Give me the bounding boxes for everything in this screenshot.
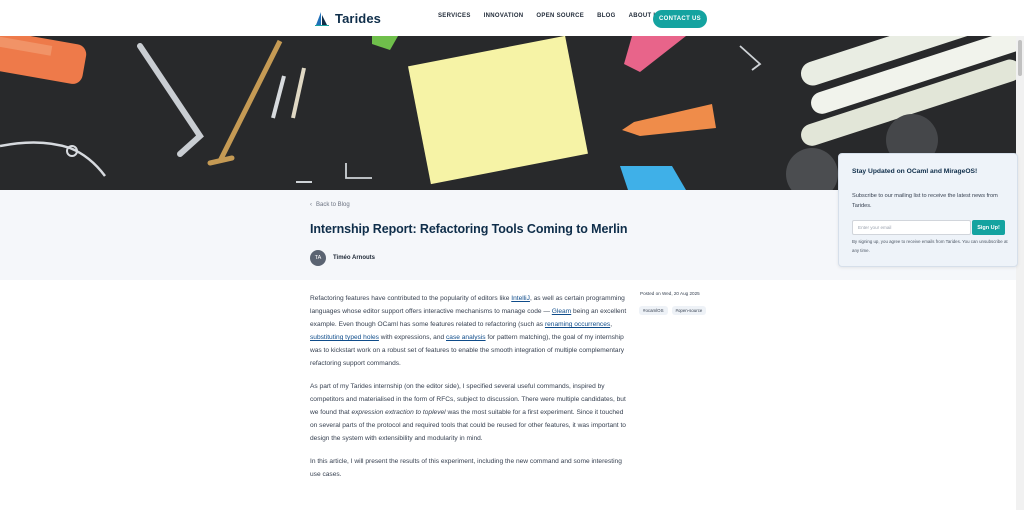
- link-renaming-occurrences[interactable]: renaming occurrences: [545, 321, 610, 328]
- scrollbar-thumb[interactable]: [1018, 40, 1022, 76]
- post-title: Internship Report: Refactoring Tools Com…: [310, 222, 628, 236]
- contact-us-button[interactable]: CONTACT US: [653, 10, 707, 28]
- author-avatar: TA: [310, 250, 326, 266]
- nav-link-services[interactable]: SERVICES: [438, 13, 471, 19]
- emphasis-text: expression extraction to toplevel: [351, 409, 446, 416]
- article-paragraph-2: As part of my Tarides internship (on the…: [310, 380, 632, 445]
- post-tags: #ocamlOS #open-source: [639, 306, 707, 315]
- link-substituting-typed-holes[interactable]: substituting typed holes: [310, 334, 379, 341]
- nav-link-innovation[interactable]: INNOVATION: [484, 13, 524, 19]
- tag-ocamlos[interactable]: #ocamlOS: [639, 306, 668, 315]
- sail-logo-icon: [315, 12, 329, 26]
- nav-link-blog[interactable]: BLOG: [597, 13, 616, 19]
- text-segment: with expressions, and: [378, 334, 446, 341]
- top-navigation: Tarides SERVICES INNOVATION OPEN SOURCE …: [0, 0, 1024, 36]
- chevron-left-icon: ‹: [310, 202, 312, 208]
- article-paragraph-3: In this article, I will present the resu…: [310, 458, 622, 478]
- newsletter-description: Subscribe to our mailing list to receive…: [852, 193, 998, 209]
- email-field[interactable]: [852, 220, 971, 235]
- link-gleam[interactable]: Gleam: [552, 308, 571, 315]
- page-scrollbar[interactable]: [1016, 36, 1024, 510]
- link-case-analysis[interactable]: case analysis: [446, 334, 486, 341]
- article-body: Refactoring features have contributed to…: [310, 292, 632, 491]
- back-to-blog-label: Back to Blog: [316, 202, 350, 208]
- text-segment: Refactoring features have contributed to…: [310, 295, 512, 302]
- newsletter-card: Stay Updated on OCaml and MirageOS! Subs…: [838, 153, 1018, 267]
- posted-date: Posted on Wed, 20 Aug 2025: [640, 291, 700, 296]
- author-name[interactable]: Timéo Arnouts: [333, 255, 375, 261]
- nav-link-open-source[interactable]: OPEN SOURCE: [536, 13, 584, 19]
- brand-name: Tarides: [335, 10, 381, 26]
- newsletter-fine-print: By signing up, you agree to receive emai…: [852, 239, 1008, 253]
- back-to-blog-link[interactable]: ‹ Back to Blog: [310, 202, 350, 208]
- text-segment: ,: [610, 321, 613, 328]
- newsletter-title: Stay Updated on OCaml and MirageOS!: [852, 168, 978, 175]
- article-paragraph-1: Refactoring features have contributed to…: [310, 292, 632, 370]
- link-intellij[interactable]: IntelliJ: [511, 295, 530, 302]
- tag-open-source[interactable]: #open-source: [671, 306, 707, 315]
- sign-up-button[interactable]: Sign Up!: [972, 220, 1005, 235]
- brand-logo[interactable]: Tarides: [314, 8, 381, 28]
- nav-links: SERVICES INNOVATION OPEN SOURCE BLOG ABO…: [438, 13, 662, 19]
